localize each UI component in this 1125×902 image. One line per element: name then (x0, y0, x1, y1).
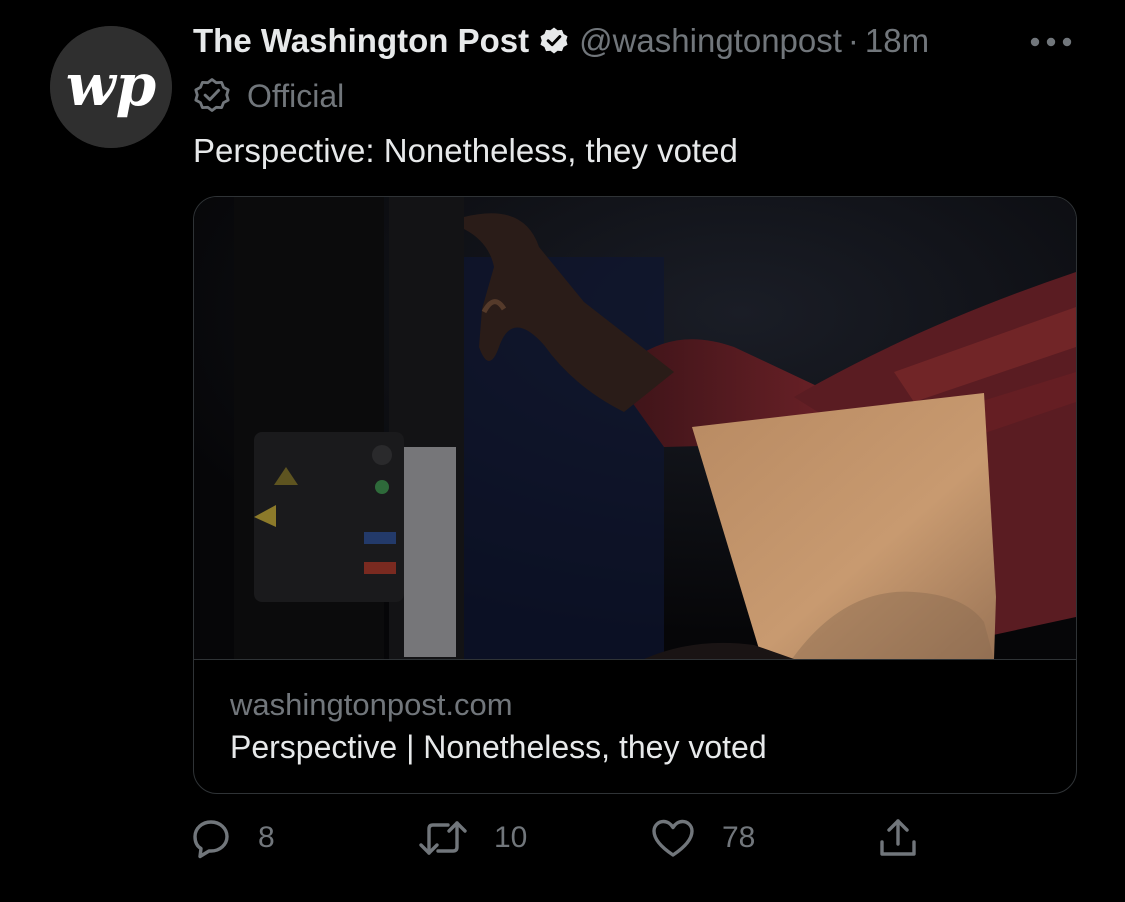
separator-dot: · (847, 22, 859, 59)
reply-count: 8 (258, 821, 275, 854)
official-badge-icon (194, 78, 230, 112)
reply-icon (193, 820, 229, 859)
card-title[interactable]: Perspective | Nonetheless, they voted (230, 729, 767, 766)
like-button[interactable]: 78 (650, 814, 755, 862)
display-name[interactable]: The Washington Post (193, 22, 529, 60)
voting-photo-image (194, 197, 1076, 659)
card-domain: washingtonpost.com (230, 687, 513, 722)
affiliation-label[interactable]: Official (193, 74, 344, 118)
heart-icon (652, 819, 694, 857)
like-count: 78 (722, 821, 756, 854)
tweet-header: The Washington Post @washingtonpost · 18… (193, 18, 929, 64)
more-dots-icon[interactable] (1028, 30, 1074, 54)
retweet-button[interactable]: 10 (418, 814, 527, 862)
retweet-icon (419, 821, 467, 855)
avatar[interactable]: wp (50, 26, 172, 148)
retweet-count: 10 (494, 821, 528, 854)
timestamp[interactable]: 18m (865, 22, 929, 60)
wp-logo-icon: wp (50, 26, 172, 148)
handle[interactable]: @washingtonpost (579, 22, 842, 60)
card-image[interactable] (194, 197, 1076, 660)
official-label: Official (247, 77, 345, 114)
avatar-logo-text: wp (66, 51, 156, 119)
share-icon (880, 819, 916, 856)
verified-check-icon (540, 27, 568, 54)
tweet[interactable]: wp The Washington Post @washingtonpost ·… (0, 0, 1125, 902)
reply-button[interactable]: 8 (190, 814, 275, 862)
share-button[interactable] (876, 814, 946, 862)
link-card[interactable]: washingtonpost.com Perspective | Nonethe… (193, 196, 1077, 794)
tweet-text: Perspective: Nonetheless, they voted (193, 132, 738, 169)
